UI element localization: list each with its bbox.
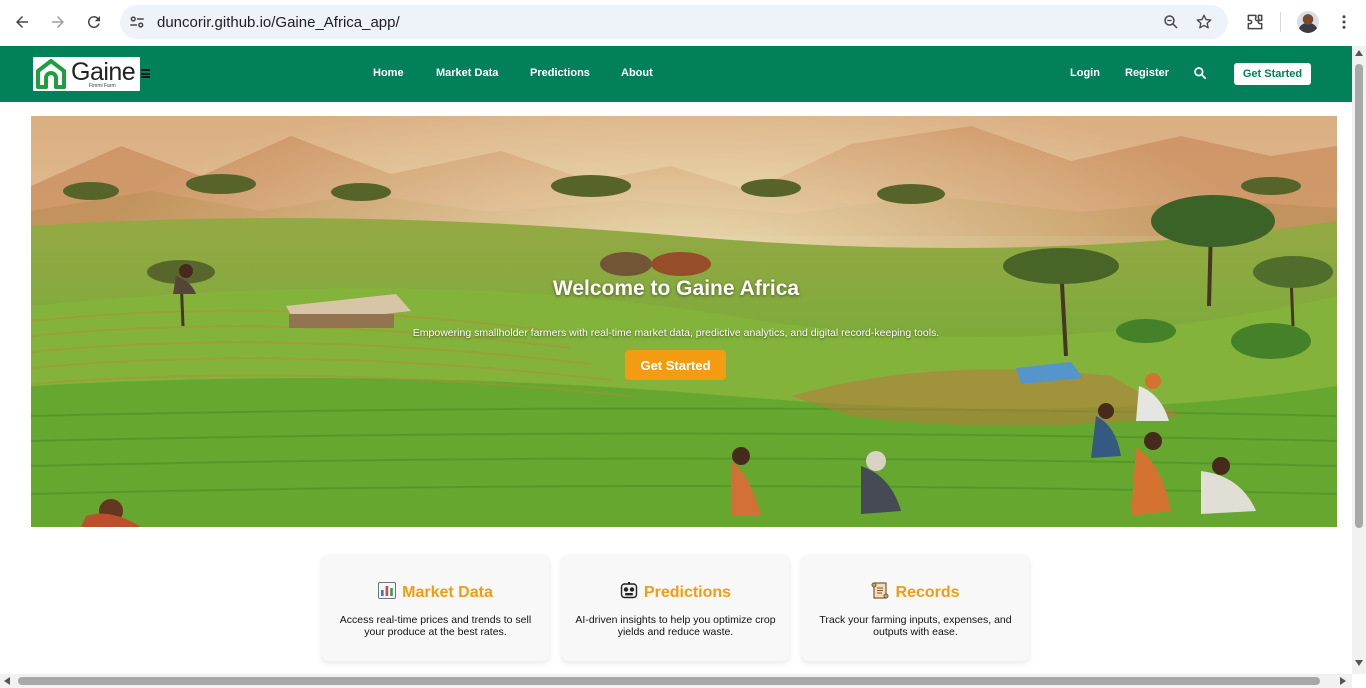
feature-card-title: Market Data [322,582,549,602]
site-settings-icon[interactable] [128,13,146,31]
get-started-button-header[interactable]: Get Started [1234,63,1311,85]
feature-card-market-data: Market Data Access real-time prices and … [322,555,549,661]
nav-market-data[interactable]: Market Data [436,67,498,79]
scroll-icon [871,582,889,599]
feature-card-title-text: Predictions [643,584,732,601]
bar-chart-icon [378,582,397,599]
forward-button[interactable] [45,9,71,35]
horizontal-scroll-thumb[interactable] [18,677,1320,685]
vertical-scrollbar[interactable] [1352,46,1366,674]
page-viewport: Gaine Fimmi Farm Home Market Data Predic… [0,46,1352,674]
feature-card-title: Records [802,582,1029,602]
hero-farm-illustration [31,116,1337,527]
vertical-scroll-thumb[interactable] [1355,64,1363,528]
feature-card-predictions: Predictions AI-driven insights to help y… [562,555,789,661]
get-started-button-hero[interactable]: Get Started [625,350,726,380]
back-button[interactable] [9,9,35,35]
feature-card-description: AI-driven insights to help you optimize … [575,614,776,638]
robot-face-icon [620,582,638,599]
site-header: Gaine Fimmi Farm Home Market Data Predic… [0,46,1352,102]
site-logo[interactable]: Gaine Fimmi Farm [33,57,140,91]
scroll-down-arrow-icon[interactable] [1355,660,1363,666]
feature-card-description: Access real-time prices and trends to se… [339,614,532,638]
scroll-up-arrow-icon[interactable] [1355,50,1363,56]
profile-avatar[interactable] [1297,11,1319,33]
arrow-right-icon [52,16,64,28]
horizontal-scrollbar[interactable] [0,674,1352,688]
url-text[interactable]: duncorir.github.io/Gaine_Africa_app/ [157,14,400,31]
toolbar-divider [1280,12,1281,32]
feature-card-title-text: Market Data [402,584,493,601]
hero-title: Welcome to Gaine Africa [552,277,800,300]
nav-home[interactable]: Home [373,67,404,79]
zoom-icon[interactable] [1162,13,1180,31]
register-link[interactable]: Register [1125,67,1169,79]
nav-about[interactable]: About [621,67,653,79]
feature-card-title: Predictions [562,582,789,602]
login-link[interactable]: Login [1070,67,1100,79]
feature-card-description: Track your farming inputs, expenses, and… [819,614,1012,638]
hero-subtitle: Empowering smallholder farmers with real… [412,327,940,339]
address-bar[interactable]: duncorir.github.io/Gaine_Africa_app/ [120,5,1228,39]
reload-button[interactable] [81,9,107,35]
scroll-left-arrow-icon[interactable] [4,677,10,685]
scroll-right-arrow-icon[interactable] [1340,677,1346,685]
menu-toggle-icon[interactable] [141,69,150,78]
extensions-puzzle-icon[interactable] [1245,12,1265,32]
bookmark-star-icon[interactable] [1195,13,1213,31]
search-icon[interactable] [1193,66,1207,80]
hero-banner: Welcome to Gaine Africa Empowering small… [31,116,1337,527]
nav-predictions[interactable]: Predictions [530,67,590,79]
house-logo-icon [36,59,66,89]
kebab-menu-icon[interactable] [1335,12,1353,32]
arrow-left-icon [16,16,28,28]
browser-toolbar: duncorir.github.io/Gaine_Africa_app/ [0,0,1366,46]
logo-tagline: Fimmi Farm [89,83,116,89]
feature-card-records: Records Track your farming inputs, expen… [802,555,1029,661]
reload-icon [87,16,100,29]
feature-card-title-text: Records [895,584,960,601]
